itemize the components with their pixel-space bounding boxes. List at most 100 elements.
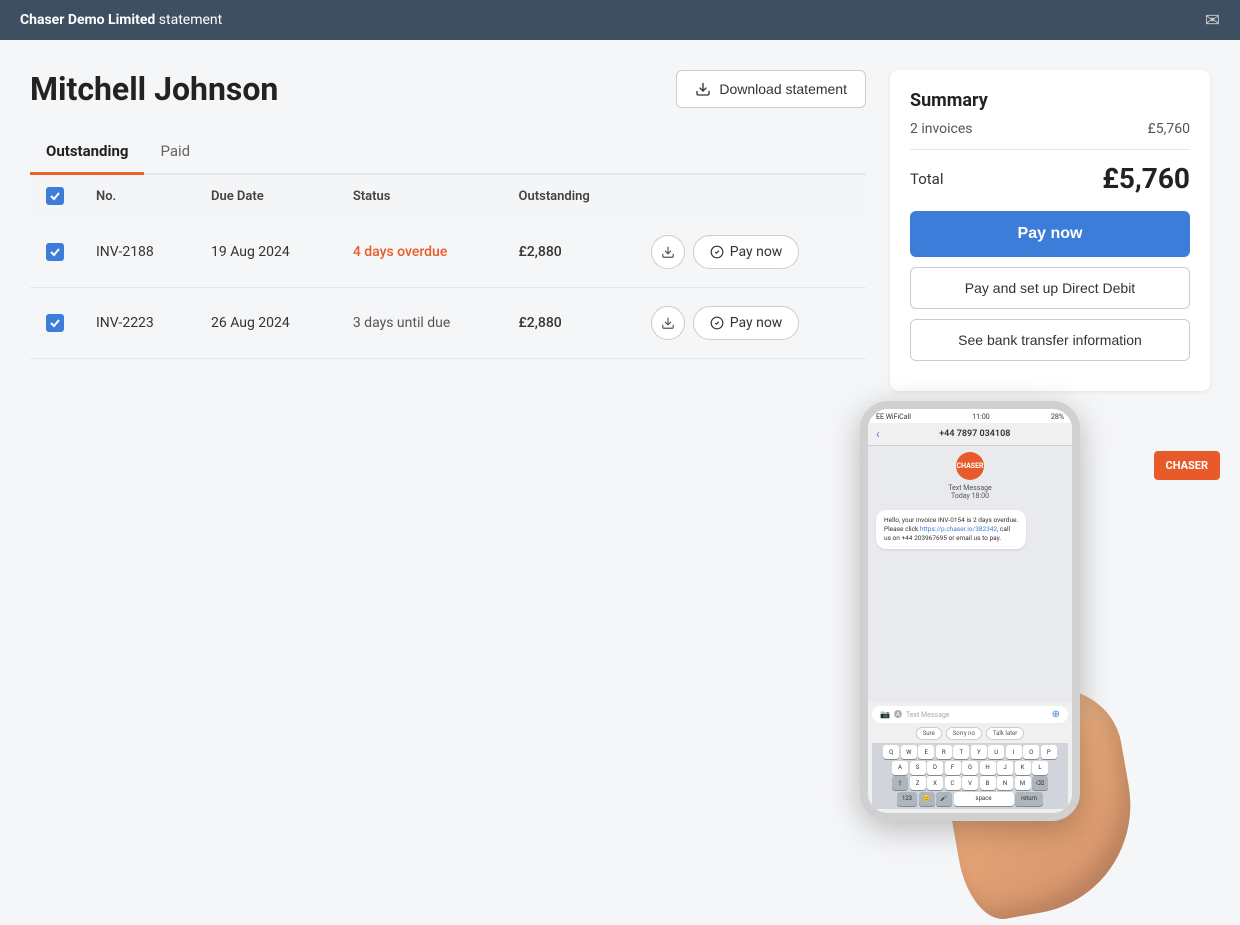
key-mic[interactable]: 🎤	[936, 792, 952, 806]
key-m[interactable]: M	[1015, 776, 1031, 790]
right-panel: Summary 2 invoices £5,760 Total £5,760 P…	[890, 70, 1210, 851]
direct-debit-button[interactable]: Pay and set up Direct Debit	[910, 267, 1190, 309]
row1-action-btns: Pay now	[651, 235, 850, 269]
summary-divider	[910, 149, 1190, 150]
key-c[interactable]: C	[945, 776, 961, 790]
row2-checkbox[interactable]	[46, 314, 64, 332]
key-f[interactable]: F	[945, 761, 961, 775]
summary-total-amount: £5,760	[1102, 162, 1190, 195]
key-u[interactable]: U	[988, 745, 1004, 759]
summary-invoice-total: £5,760	[1148, 121, 1190, 137]
row1-status-text: 4 days overdue	[353, 244, 448, 260]
row1-status: 4 days overdue	[337, 217, 503, 288]
company-name: Chaser Demo Limited	[20, 12, 155, 28]
download-icon	[695, 81, 711, 97]
select-all-checkbox[interactable]	[46, 187, 64, 205]
key-i[interactable]: I	[1006, 745, 1022, 759]
phone-time: 11:00	[972, 413, 989, 421]
key-j[interactable]: J	[997, 761, 1013, 775]
key-p[interactable]: P	[1041, 745, 1057, 759]
download-btn-label: Download statement	[719, 81, 847, 97]
row1-due-date: 19 Aug 2024	[195, 217, 337, 288]
contact-date: Today 18:00	[868, 492, 1072, 500]
row2-pay-label: Pay now	[730, 315, 783, 331]
quick-replies: Sure Sorry no Talk later	[872, 727, 1068, 740]
row1-download-btn[interactable]	[651, 235, 685, 269]
topbar-suffix: statement	[155, 12, 222, 28]
message-bubble: Hello, your invoice INV-0154 is 2 days o…	[876, 510, 1026, 549]
key-s[interactable]: S	[910, 761, 926, 775]
row1-outstanding: £2,880	[503, 217, 635, 288]
chaser-logo-text: CHASER	[1166, 459, 1208, 472]
col-actions	[635, 175, 866, 217]
key-n[interactable]: N	[997, 776, 1013, 790]
key-b[interactable]: B	[980, 776, 996, 790]
row2-amount: £2,880	[519, 315, 562, 331]
row1-actions: Pay now	[635, 217, 866, 288]
keyboard-row-1: QWERTYUIOP	[874, 745, 1066, 759]
key-backspace[interactable]: ⌫	[1032, 776, 1048, 790]
row1-checkbox[interactable]	[46, 243, 64, 261]
key-a[interactable]: A	[892, 761, 908, 775]
phone-mockup: EE WiFiCall 11:00 28% ‹ +44 7897 034108 …	[860, 401, 1080, 821]
quick-reply-sure[interactable]: Sure	[916, 727, 942, 740]
mail-icon[interactable]: ✉	[1205, 10, 1220, 31]
row2-actions: Pay now	[635, 288, 866, 359]
row2-pay-btn[interactable]: Pay now	[693, 306, 800, 340]
key-e[interactable]: E	[918, 745, 934, 759]
col-number: No.	[80, 175, 195, 217]
key-shift[interactable]: ⇧	[892, 776, 908, 790]
row2-number: INV-2223	[80, 288, 195, 359]
summary-card: Summary 2 invoices £5,760 Total £5,760 P…	[890, 70, 1210, 391]
key-k[interactable]: K	[1015, 761, 1031, 775]
key-return[interactable]: return	[1015, 792, 1043, 806]
key-q[interactable]: Q	[883, 745, 899, 759]
key-y[interactable]: Y	[971, 745, 987, 759]
download-icon	[661, 316, 675, 330]
key-v[interactable]: V	[962, 776, 978, 790]
key-h[interactable]: H	[980, 761, 996, 775]
key-g[interactable]: G	[962, 761, 978, 775]
avatar-text: CHASER	[956, 462, 983, 470]
phone-screen: EE WiFiCall 11:00 28% ‹ +44 7897 034108 …	[868, 409, 1072, 813]
circle-check-icon	[710, 316, 724, 330]
key-w[interactable]: W	[901, 745, 917, 759]
phone-contact-number: +44 7897 034108	[886, 429, 1064, 439]
keyboard: QWERTYUIOP ASDFGHJKL ⇧ZXCVBNM⌫ 123	[872, 743, 1068, 809]
key-space[interactable]: space	[954, 792, 1014, 806]
input-placeholder[interactable]: Text Message	[906, 711, 1048, 719]
message-area: Hello, your invoice INV-0154 is 2 days o…	[868, 506, 1072, 553]
text-input-row: 📷 🅐 Text Message ⊕	[872, 706, 1068, 723]
row1-pay-btn[interactable]: Pay now	[693, 235, 800, 269]
summary-title: Summary	[910, 90, 1190, 111]
key-o[interactable]: O	[1023, 745, 1039, 759]
key-x[interactable]: X	[927, 776, 943, 790]
pay-now-button[interactable]: Pay now	[910, 211, 1190, 257]
quick-reply-later[interactable]: Talk later	[986, 727, 1024, 740]
phone-battery: 28%	[1051, 413, 1064, 421]
left-panel: Mitchell Johnson Download statement Outs…	[30, 70, 866, 851]
row2-download-btn[interactable]	[651, 306, 685, 340]
apps-icon: 🅐	[894, 709, 902, 720]
key-r[interactable]: R	[936, 745, 952, 759]
tabs-container: Outstanding Paid	[30, 132, 866, 175]
chaser-logo: CHASER	[1154, 451, 1220, 480]
download-statement-button[interactable]: Download statement	[676, 70, 866, 108]
tab-paid[interactable]: Paid	[144, 132, 206, 175]
chaser-avatar: CHASER	[956, 452, 984, 480]
tab-outstanding[interactable]: Outstanding	[30, 132, 144, 175]
key-emoji[interactable]: 😊	[919, 792, 935, 806]
key-t[interactable]: T	[953, 745, 969, 759]
key-d[interactable]: D	[927, 761, 943, 775]
bank-info-button[interactable]: See bank transfer information	[910, 319, 1190, 361]
row2-checkbox-cell	[30, 288, 80, 359]
key-l[interactable]: L	[1032, 761, 1048, 775]
phone-contact-detail: Text Message Today 18:00	[868, 484, 1072, 500]
key-z[interactable]: Z	[910, 776, 926, 790]
keyboard-row-3: ⇧ZXCVBNM⌫	[874, 776, 1066, 790]
back-arrow-icon[interactable]: ‹	[876, 427, 880, 441]
row1-number: INV-2188	[80, 217, 195, 288]
key-numbers[interactable]: 123	[897, 792, 917, 806]
quick-reply-sorry[interactable]: Sorry no	[946, 727, 982, 740]
col-outstanding: Outstanding	[503, 175, 635, 217]
